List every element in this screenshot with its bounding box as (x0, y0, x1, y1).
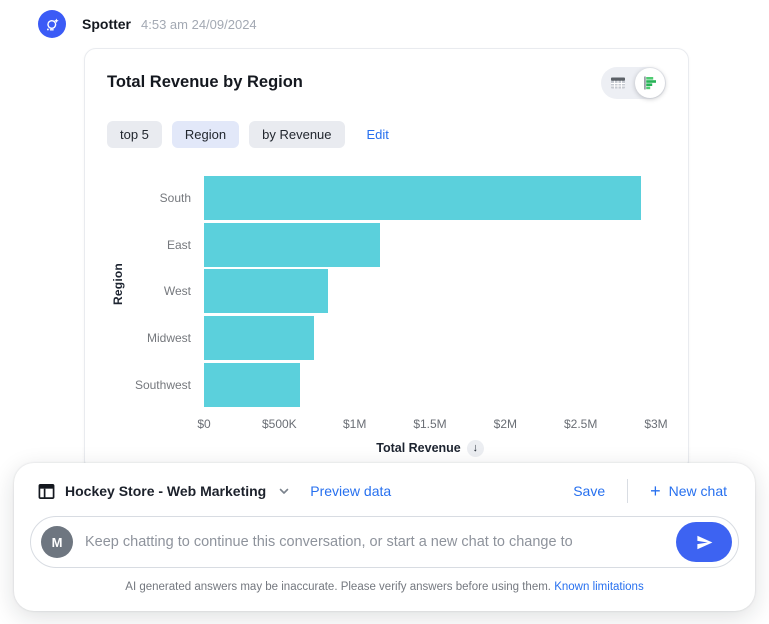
bar-track (204, 223, 656, 267)
chat-header: Spotter 4:53 am 24/09/2024 (38, 10, 257, 38)
datasource-group: Hockey Store - Web Marketing Preview dat… (38, 483, 391, 500)
bar-south[interactable] (204, 176, 641, 220)
chip-region[interactable]: Region (172, 121, 239, 148)
y-axis-label: Region (111, 263, 125, 305)
x-tick: $3M (644, 417, 667, 431)
user-avatar: M (41, 526, 73, 558)
new-chat-label: New chat (669, 483, 727, 499)
bar-west[interactable] (204, 269, 328, 313)
x-tick: $500K (262, 417, 297, 431)
x-tick: $0 (197, 417, 210, 431)
card-header: Total Revenue by Region (107, 69, 666, 99)
preview-data-link[interactable]: Preview data (310, 483, 391, 499)
bar-track (204, 363, 656, 407)
category-label: East (107, 238, 204, 252)
toolbar-divider (627, 479, 628, 503)
view-toggle (601, 67, 666, 99)
chevron-down-icon[interactable] (278, 485, 290, 497)
chip-by-revenue[interactable]: by Revenue (249, 121, 344, 148)
query-chips: top 5 Region by Revenue Edit (107, 121, 666, 148)
ai-disclaimer: AI generated answers may be inaccurate. … (14, 581, 755, 593)
chat-input-container: M (30, 516, 739, 568)
bar-southwest[interactable] (204, 363, 300, 407)
app-name: Spotter (82, 16, 131, 32)
chart-view-button[interactable] (635, 68, 665, 98)
bar-track (204, 176, 656, 220)
spotter-avatar (38, 10, 66, 38)
chart-row: South (107, 175, 666, 222)
sort-descending-icon[interactable]: ↓ (467, 440, 484, 457)
footer-actions: Save + New chat (573, 479, 727, 503)
category-label: South (107, 191, 204, 205)
category-label: Southwest (107, 378, 204, 392)
x-tick: $2.5M (564, 417, 597, 431)
lightbulb-sparkle-icon (44, 16, 61, 33)
x-axis-ticks: $0$500K$1M$1.5M$2M$2.5M$3M (204, 417, 656, 431)
bar-chart-icon (642, 75, 658, 91)
category-label: Midwest (107, 331, 204, 345)
chart-row: East (107, 222, 666, 269)
x-axis-label: Total Revenue (376, 441, 461, 455)
chart-title: Total Revenue by Region (107, 69, 303, 92)
send-button[interactable] (676, 522, 732, 562)
x-tick: $1.5M (413, 417, 446, 431)
bar-midwest[interactable] (204, 316, 314, 360)
x-tick: $2M (494, 417, 517, 431)
chat-footer-panel: Hockey Store - Web Marketing Preview dat… (14, 463, 755, 611)
chart-row: Southwest (107, 361, 666, 408)
save-button[interactable]: Save (573, 483, 605, 499)
known-limitations-link[interactable]: Known limitations (554, 581, 643, 593)
bar-chart: Region South East West Midwest Southwest $0 $… (107, 175, 666, 457)
chip-top-5[interactable]: top 5 (107, 121, 162, 148)
chart-rows: South East West Midwest Southwest (107, 175, 666, 408)
footer-toolbar: Hockey Store - Web Marketing Preview dat… (14, 463, 755, 503)
answer-card: Total Revenue by Region (84, 48, 689, 472)
message-timestamp: 4:53 am 24/09/2024 (141, 17, 257, 32)
send-plane-icon (695, 533, 714, 552)
x-tick: $1M (343, 417, 366, 431)
edit-link[interactable]: Edit (367, 127, 389, 142)
chart-row: Midwest (107, 315, 666, 362)
disclaimer-text: AI generated answers may be inaccurate. … (125, 581, 551, 593)
table-view-button[interactable] (603, 69, 633, 97)
bar-east[interactable] (204, 223, 380, 267)
bar-track (204, 269, 656, 313)
new-chat-button[interactable]: + New chat (650, 483, 727, 499)
chart-row: West (107, 268, 666, 315)
table-view-icon (610, 75, 626, 91)
x-axis-title: Total Revenue ↓ (204, 440, 656, 457)
chat-input[interactable] (85, 534, 676, 550)
bar-track (204, 316, 656, 360)
worksheet-icon (38, 483, 55, 500)
datasource-name[interactable]: Hockey Store - Web Marketing (65, 483, 266, 499)
plus-icon: + (650, 484, 661, 498)
